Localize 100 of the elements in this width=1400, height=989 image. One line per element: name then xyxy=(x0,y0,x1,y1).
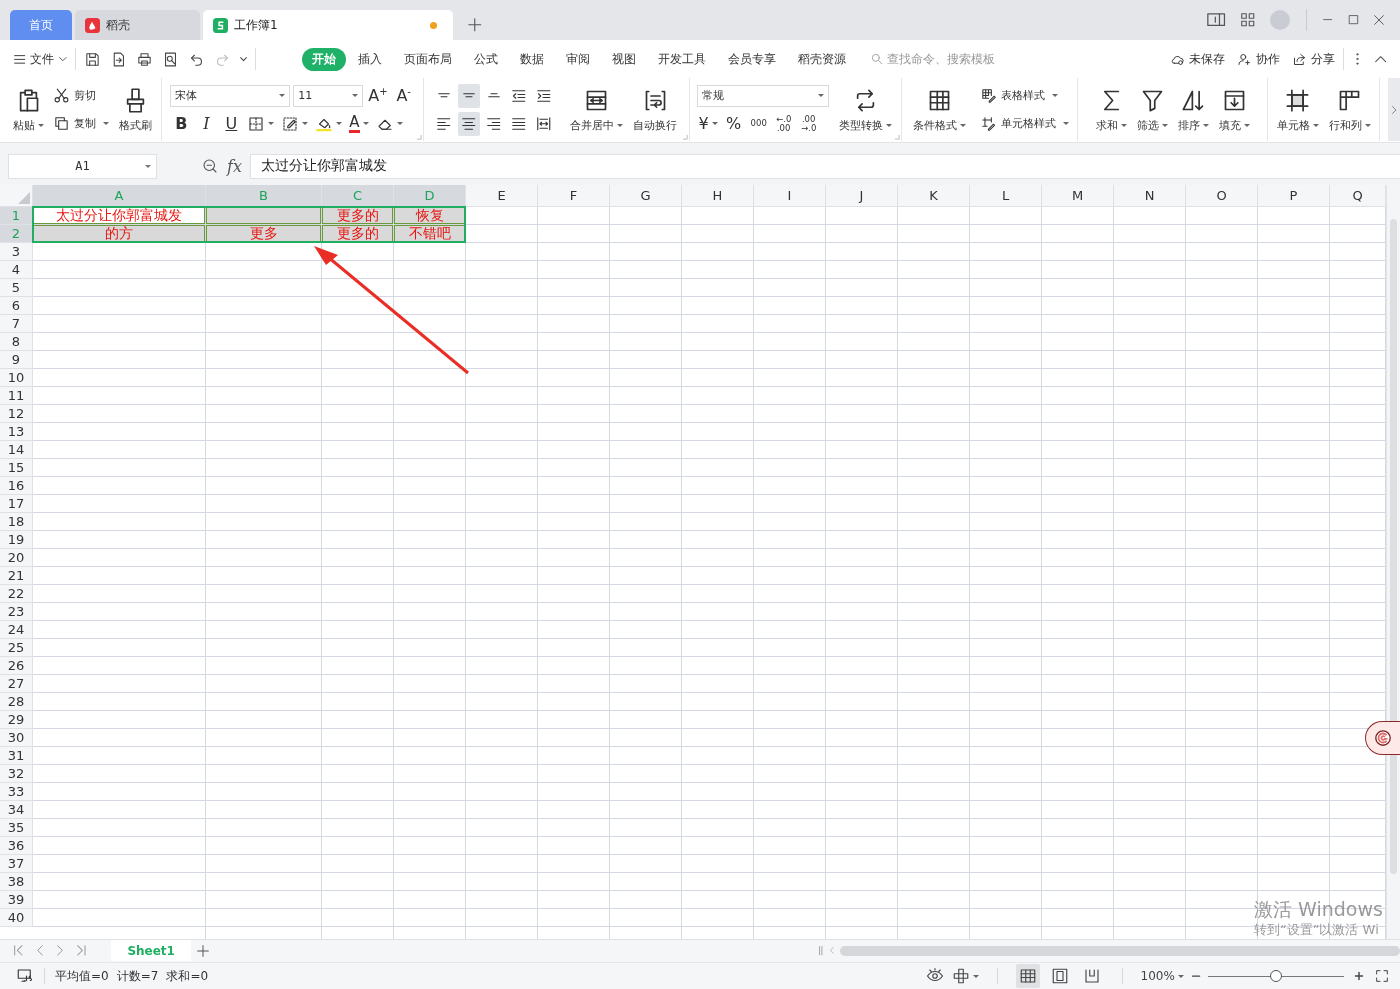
filter-button[interactable]: 筛选 xyxy=(1133,78,1171,141)
shrink-font-button[interactable]: A- xyxy=(392,83,415,108)
close-button[interactable] xyxy=(1374,15,1384,25)
row-header[interactable]: 6 xyxy=(0,297,33,315)
ribbon-tab[interactable]: 视图 xyxy=(602,47,646,71)
insert-function-button[interactable]: fx xyxy=(227,156,242,176)
fill-button[interactable]: 填充 xyxy=(1215,78,1253,141)
row-col-button[interactable]: 行和列 xyxy=(1325,78,1374,141)
cell-button[interactable]: 单元格 xyxy=(1273,78,1322,141)
currency-button[interactable]: ¥ xyxy=(696,111,720,136)
row-header[interactable]: 10 xyxy=(0,369,33,387)
decimal-decrease-button[interactable]: .00 →.0 xyxy=(797,111,820,136)
assistant-button[interactable] xyxy=(1365,721,1400,755)
scrollbar-thumb[interactable] xyxy=(1390,219,1397,874)
row-header[interactable]: 30 xyxy=(0,729,33,747)
row-header[interactable]: 17 xyxy=(0,495,33,513)
horizontal-scrollbar-thumb[interactable] xyxy=(839,945,1400,956)
row-header[interactable]: 9 xyxy=(0,351,33,369)
column-header[interactable]: F xyxy=(538,185,610,207)
normal-view-button[interactable] xyxy=(1015,964,1040,988)
merge-button[interactable]: 合并居中 xyxy=(567,78,626,141)
row-header[interactable]: 27 xyxy=(0,675,33,693)
row-header[interactable]: 21 xyxy=(0,567,33,585)
column-header[interactable]: I xyxy=(754,185,826,207)
paste-button[interactable]: 粘贴 xyxy=(10,78,48,141)
row-header[interactable]: 26 xyxy=(0,657,33,675)
file-menu[interactable]: 文件 xyxy=(14,50,67,68)
align-center-button[interactable] xyxy=(458,111,480,136)
cell-style-button[interactable]: 单元格样式 xyxy=(979,112,1069,135)
row-header[interactable]: 31 xyxy=(0,747,33,765)
row-header[interactable]: 28 xyxy=(0,693,33,711)
column-header[interactable]: H xyxy=(682,185,754,207)
previous-sheet-button[interactable] xyxy=(36,945,43,956)
row-header[interactable]: 12 xyxy=(0,405,33,423)
row-header[interactable]: 35 xyxy=(0,819,33,837)
formula-field[interactable]: 太过分让你郭富城发 xyxy=(249,153,1400,179)
row-header[interactable]: 38 xyxy=(0,873,33,891)
column-header[interactable]: G xyxy=(610,185,682,207)
column-header[interactable]: L xyxy=(970,185,1042,207)
row-header[interactable]: 8 xyxy=(0,333,33,351)
column-header[interactable]: O xyxy=(1186,185,1258,207)
row-header[interactable]: 16 xyxy=(0,477,33,495)
row-header[interactable]: 13 xyxy=(0,423,33,441)
font-color-button[interactable]: A xyxy=(347,111,371,136)
italic-button[interactable]: I xyxy=(195,111,218,136)
row-header[interactable]: 15 xyxy=(0,459,33,477)
sort-button[interactable]: 排序 xyxy=(1174,78,1212,141)
print-button[interactable] xyxy=(135,50,153,68)
ribbon-tab[interactable]: 会员专享 xyxy=(718,47,786,71)
document-tab[interactable]: 工作簿1 xyxy=(203,10,453,40)
maximize-button[interactable] xyxy=(1348,15,1358,25)
more-button[interactable] xyxy=(1356,53,1359,65)
cloud-button[interactable]: 未保存 xyxy=(1170,50,1225,68)
row-header[interactable]: 24 xyxy=(0,621,33,639)
decimal-increase-button[interactable]: ←.0 .00 xyxy=(772,111,795,136)
column-header[interactable]: P xyxy=(1258,185,1330,207)
align-middle-button[interactable] xyxy=(458,83,480,108)
next-sheet-button[interactable] xyxy=(56,945,63,956)
ribbon-tab[interactable]: 稻壳资源 xyxy=(788,47,856,71)
column-header[interactable]: J xyxy=(826,185,898,207)
collapse-ribbon-button[interactable] xyxy=(1374,55,1386,63)
ribbon-tab[interactable]: 公式 xyxy=(464,47,508,71)
row-header[interactable]: 20 xyxy=(0,549,33,567)
format-painter-button[interactable]: 格式刷 xyxy=(115,78,155,141)
underline-button[interactable]: U xyxy=(220,111,243,136)
reading-mode-button[interactable] xyxy=(1206,13,1225,27)
thousands-button[interactable]: 000 xyxy=(747,111,770,136)
zoom-dropdown[interactable]: 100% xyxy=(1140,969,1184,983)
bold-button[interactable]: B xyxy=(170,111,193,136)
share-button[interactable]: 分享 xyxy=(1292,50,1335,68)
row-header[interactable]: 33 xyxy=(0,783,33,801)
row-header[interactable]: 40 xyxy=(0,909,33,927)
apps-button[interactable] xyxy=(1240,13,1255,27)
zoom-out-button[interactable] xyxy=(1191,974,1200,978)
cut-button[interactable]: 剪切 xyxy=(53,84,110,107)
ribbon-tab[interactable]: 审阅 xyxy=(556,47,600,71)
row-header[interactable]: 23 xyxy=(0,603,33,621)
column-header[interactable]: K xyxy=(898,185,970,207)
row-header[interactable]: 3 xyxy=(0,243,33,261)
sum-button[interactable]: 求和 xyxy=(1092,78,1130,141)
number-dropdown[interactable]: 常规 xyxy=(696,84,829,107)
conditional-format-button[interactable]: 条件格式 xyxy=(910,78,970,141)
column-header[interactable]: Q xyxy=(1330,185,1386,207)
row-header[interactable]: 4 xyxy=(0,261,33,279)
row-header[interactable]: 32 xyxy=(0,765,33,783)
save-button[interactable] xyxy=(83,50,101,68)
ribbon-tab[interactable]: 数据 xyxy=(510,47,554,71)
type-convert-button[interactable]: 类型转换 xyxy=(835,78,895,141)
percent-button[interactable]: % xyxy=(722,111,745,136)
minimize-button[interactable] xyxy=(1323,19,1333,21)
row-header[interactable]: 19 xyxy=(0,531,33,549)
name-box[interactable]: A1 xyxy=(8,153,157,179)
table-style-button[interactable]: 表格样式 xyxy=(979,84,1069,107)
row-header[interactable]: 37 xyxy=(0,855,33,873)
wrap-button[interactable]: 自动换行 xyxy=(630,78,680,141)
layout-button[interactable] xyxy=(951,967,979,985)
row-header[interactable]: 22 xyxy=(0,585,33,603)
row-header[interactable]: 34 xyxy=(0,801,33,819)
document-tab[interactable]: 稻壳 xyxy=(75,10,200,40)
collab-button[interactable]: 协作 xyxy=(1237,50,1280,68)
